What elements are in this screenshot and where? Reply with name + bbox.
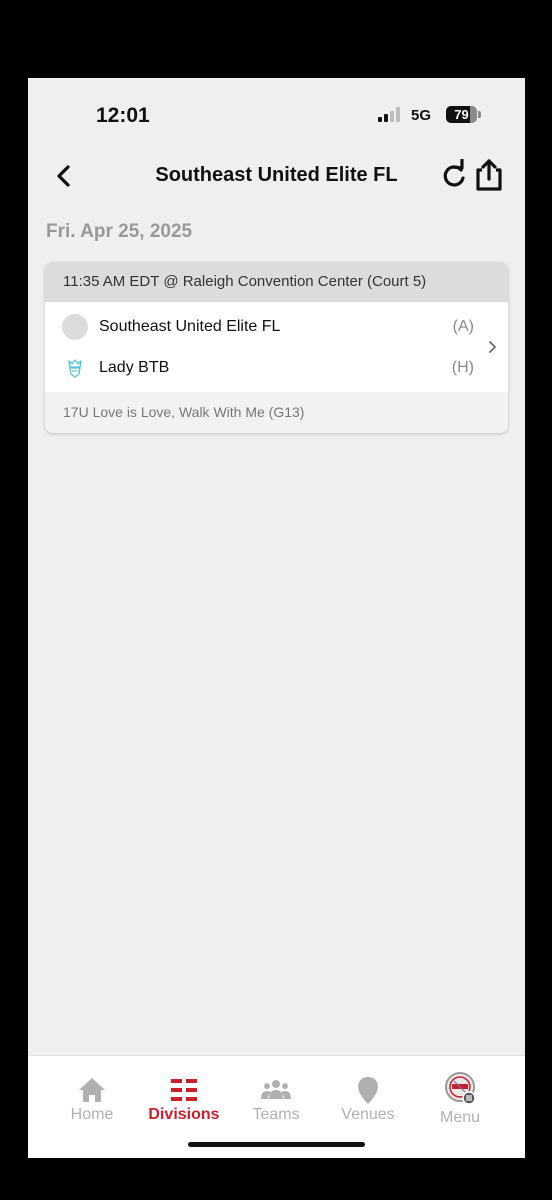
nav-label-menu: Menu xyxy=(439,1109,481,1126)
nav-label-teams: Teams xyxy=(252,1106,300,1123)
teams-icon xyxy=(261,1080,291,1099)
battery-level: 79 xyxy=(454,107,469,122)
share-icon xyxy=(476,159,502,191)
cellular-signal-icon xyxy=(378,106,404,122)
network-type: 5G xyxy=(411,107,432,124)
team-avatar-placeholder-icon xyxy=(62,314,88,340)
home-team-name: Lady BTB xyxy=(99,359,170,376)
division-name: 17U Love is Love, Walk With Me (G13) xyxy=(63,404,305,420)
nav-item-menu[interactable]: Menu xyxy=(414,1056,506,1136)
away-team-side: (A) xyxy=(452,318,474,335)
game-card[interactable]: 11:35 AM EDT @ Raleigh Convention Center… xyxy=(45,262,508,433)
away-team-name: Southeast United Elite FL xyxy=(99,318,281,335)
divisions-icon xyxy=(171,1079,197,1101)
battery-icon: 79 xyxy=(446,106,482,123)
nav-label-home: Home xyxy=(70,1106,114,1123)
status-bar: 12:01 5G 79 xyxy=(28,78,525,148)
share-button[interactable] xyxy=(472,158,506,192)
nav-item-teams[interactable]: Teams xyxy=(230,1056,322,1136)
nav-item-home[interactable]: Home xyxy=(46,1056,138,1136)
team-logo-icon xyxy=(62,355,88,381)
refresh-icon xyxy=(443,158,465,187)
refresh-button[interactable] xyxy=(439,158,469,191)
team-row-away: Southeast United Elite FL (A) xyxy=(45,307,508,347)
nav-item-divisions[interactable]: Divisions xyxy=(138,1056,230,1136)
header: Southeast United Elite FL xyxy=(28,156,525,200)
phone-screen: 12:01 5G 79 Southeast United Elite FL Fr… xyxy=(28,78,525,1158)
nav-item-venues[interactable]: Venues xyxy=(322,1056,414,1136)
division-bar: 17U Love is Love, Walk With Me (G13) xyxy=(45,392,508,433)
chevron-right-icon xyxy=(485,338,499,356)
team-row-home: Lady BTB (H) xyxy=(45,348,508,388)
bottom-nav: Home Divisions Teams Venues Menu xyxy=(28,1055,525,1158)
date-heading: Fri. Apr 25, 2025 xyxy=(46,221,193,242)
venue-pin-icon xyxy=(358,1077,378,1104)
home-icon xyxy=(79,1078,105,1102)
home-indicator[interactable] xyxy=(188,1142,365,1147)
game-time-venue: 11:35 AM EDT @ Raleigh Convention Center… xyxy=(63,273,427,290)
nav-label-divisions: Divisions xyxy=(148,1106,220,1123)
game-time-venue-bar: 11:35 AM EDT @ Raleigh Convention Center… xyxy=(45,262,508,302)
home-team-side: (H) xyxy=(451,359,474,376)
status-time: 12:01 xyxy=(96,104,150,127)
nav-label-venues: Venues xyxy=(341,1106,395,1123)
menu-logo-icon xyxy=(445,1072,476,1105)
